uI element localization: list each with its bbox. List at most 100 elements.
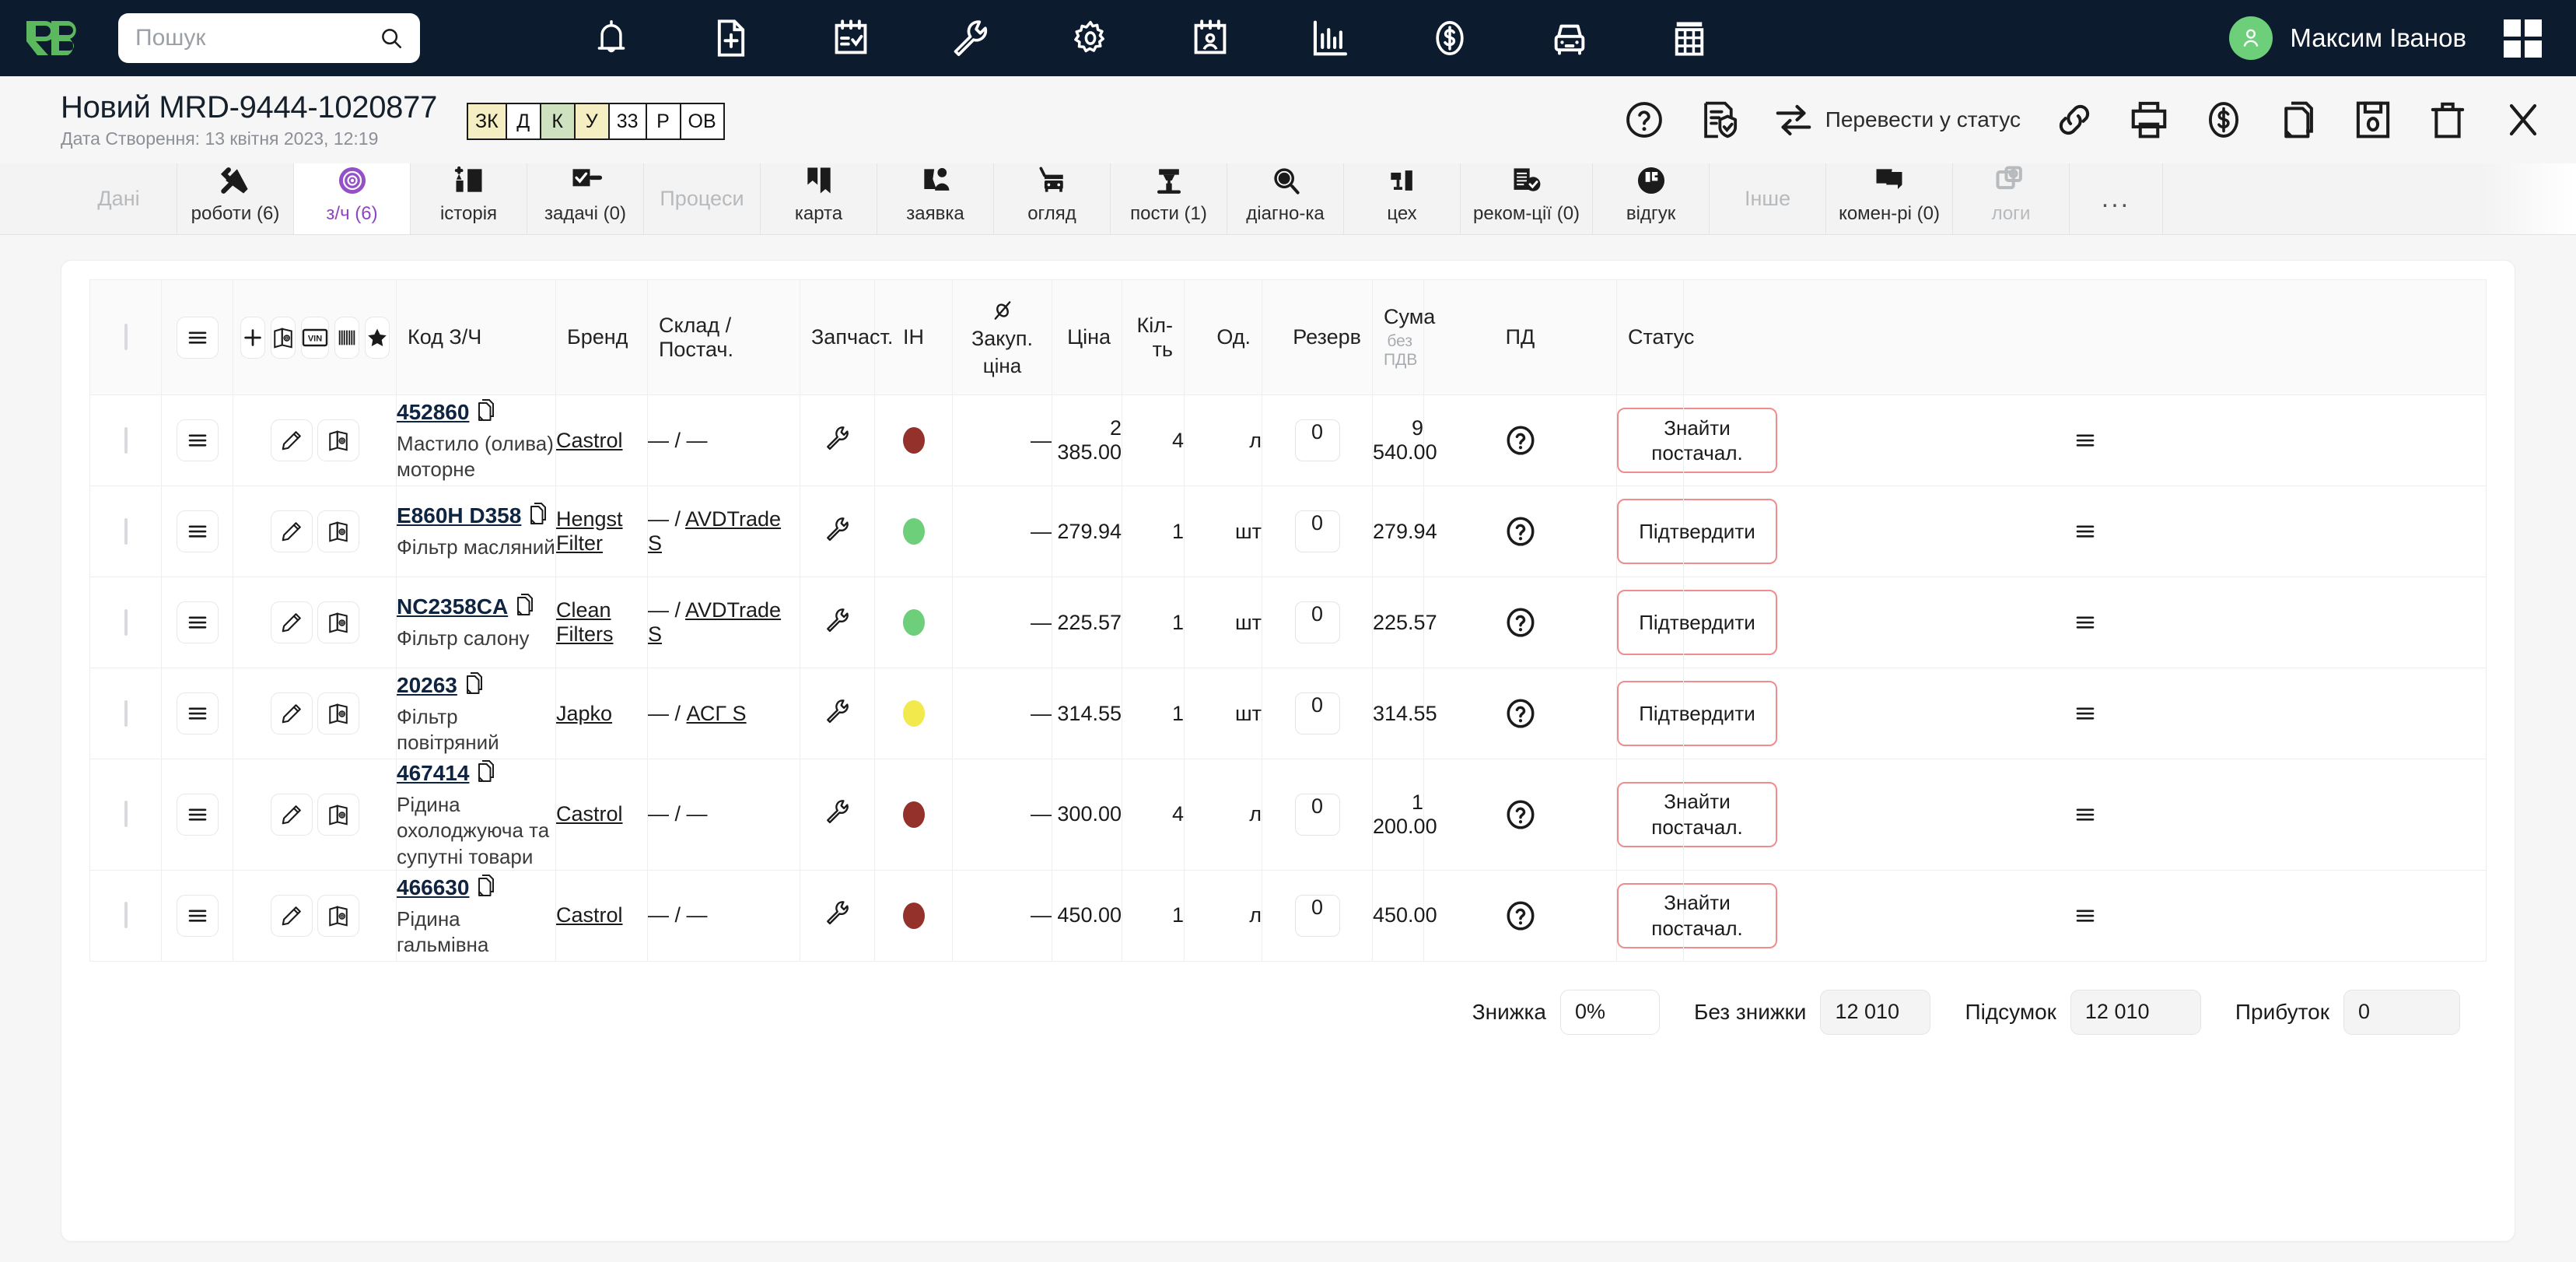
row-menu-icon[interactable]: [176, 510, 219, 552]
status-badge[interactable]: К: [541, 104, 576, 138]
transfer-status-button[interactable]: Перевести у статус: [1825, 107, 2021, 132]
tab-задачі0[interactable]: задачі (0): [527, 163, 644, 234]
select-all-checkbox[interactable]: [124, 324, 128, 350]
status-badge[interactable]: ЗК: [468, 104, 507, 138]
tab-огляд[interactable]: огляд: [994, 163, 1111, 234]
row-overflow-icon[interactable]: [2064, 419, 2106, 461]
pd-cell[interactable]: [1423, 869, 1617, 962]
part-code-link[interactable]: NC2358CA: [397, 594, 508, 619]
reserve-cell[interactable]: 0: [1262, 869, 1373, 962]
part-code-link[interactable]: 466630: [397, 875, 469, 899]
search-input[interactable]: Пошук: [118, 13, 420, 63]
row-overflow-cell[interactable]: [1683, 869, 2487, 962]
brand-link[interactable]: Japko: [556, 702, 612, 725]
row-checkbox[interactable]: [124, 517, 128, 545]
tab-відгук[interactable]: відгук: [1593, 163, 1710, 234]
help-icon[interactable]: [1623, 99, 1665, 141]
row-checkbox[interactable]: [124, 801, 128, 828]
star-icon[interactable]: [364, 316, 390, 359]
row-checkbox[interactable]: [124, 426, 128, 454]
row-select-cell[interactable]: [89, 394, 162, 486]
app-logo[interactable]: [23, 15, 87, 61]
status-action-button[interactable]: Знайти постачал.: [1617, 781, 1777, 847]
row-overflow-icon[interactable]: [2064, 601, 2106, 643]
catalog-icon[interactable]: [317, 692, 359, 734]
part-type-cell[interactable]: [800, 394, 875, 486]
row-overflow-icon[interactable]: [2064, 510, 2106, 552]
part-code-link[interactable]: 452860: [397, 400, 469, 424]
bar-chart-icon[interactable]: [1310, 18, 1350, 58]
reserve-cell[interactable]: 0: [1262, 394, 1373, 486]
row-checkbox[interactable]: [124, 699, 128, 727]
catalog-icon[interactable]: [317, 510, 359, 552]
part-type-cell[interactable]: [800, 869, 875, 962]
part-type-cell[interactable]: [800, 668, 875, 759]
status-badge[interactable]: 33: [609, 104, 647, 138]
reserve-cell[interactable]: 0: [1262, 668, 1373, 759]
tab-роботи6[interactable]: роботи (6): [177, 163, 294, 234]
close-icon[interactable]: [2504, 101, 2542, 138]
row-menu-icon[interactable]: [176, 419, 219, 461]
brand-link[interactable]: Hengst Filter: [556, 507, 623, 555]
row-overflow-icon[interactable]: [2064, 794, 2106, 836]
part-code-link[interactable]: 20263: [397, 673, 457, 697]
catalog-icon[interactable]: [317, 419, 359, 461]
catalog-icon[interactable]: [317, 894, 359, 937]
wrench-icon[interactable]: [950, 18, 991, 58]
brand-link[interactable]: Castrol: [556, 429, 623, 452]
row-select-cell[interactable]: [89, 486, 162, 577]
brand-link[interactable]: Castrol: [556, 802, 623, 826]
edit-icon[interactable]: [270, 601, 313, 643]
document-check-icon[interactable]: [1698, 99, 1740, 141]
reserve-cell[interactable]: 0: [1262, 486, 1373, 577]
status-badge[interactable]: Д: [506, 104, 541, 138]
edit-icon[interactable]: [270, 692, 313, 734]
row-overflow-cell[interactable]: [1683, 394, 2487, 486]
tab-історія[interactable]: історія: [411, 163, 527, 234]
pd-cell[interactable]: [1423, 759, 1617, 871]
new-document-icon[interactable]: [711, 18, 751, 58]
reserve-input[interactable]: 0: [1294, 894, 1340, 937]
part-code-link[interactable]: 467414: [397, 761, 469, 785]
reserve-cell[interactable]: 0: [1262, 759, 1373, 871]
status-badge[interactable]: Р: [646, 104, 681, 138]
reserve-input[interactable]: 0: [1294, 510, 1340, 552]
edit-icon[interactable]: [270, 419, 313, 461]
row-menu-icon[interactable]: [176, 894, 219, 937]
table-icon[interactable]: [1669, 18, 1710, 58]
pd-cell[interactable]: [1423, 577, 1617, 668]
row-checkbox[interactable]: [124, 902, 128, 929]
row-select-cell[interactable]: [89, 759, 162, 871]
row-overflow-cell[interactable]: [1683, 577, 2487, 668]
edit-icon[interactable]: [270, 793, 313, 836]
row-overflow-cell[interactable]: [1683, 759, 2487, 871]
car-icon[interactable]: [1549, 18, 1590, 58]
row-select-cell[interactable]: [89, 668, 162, 759]
row-menu-cell[interactable]: [161, 759, 233, 871]
tab-карта[interactable]: карта: [761, 163, 877, 234]
catalog-icon[interactable]: [317, 793, 359, 836]
row-menu-cell[interactable]: [161, 394, 233, 486]
supplier-link[interactable]: АСГ S: [687, 702, 747, 725]
status-badge[interactable]: ОВ: [681, 104, 723, 138]
tab-цех[interactable]: цех: [1344, 163, 1461, 234]
row-overflow-cell[interactable]: [1683, 668, 2487, 759]
reserve-input[interactable]: 0: [1294, 419, 1340, 461]
row-menu-cell[interactable]: [161, 668, 233, 759]
barcode-icon[interactable]: [334, 316, 359, 359]
row-menu-cell[interactable]: [161, 869, 233, 962]
tab-коменрі0[interactable]: комен-рі (0): [1826, 163, 1953, 234]
row-overflow-icon[interactable]: [2064, 895, 2106, 937]
header-select-all[interactable]: [89, 279, 162, 395]
trash-icon[interactable]: [2427, 99, 2469, 141]
apps-grid-icon[interactable]: [2504, 19, 2542, 58]
row-menu-icon[interactable]: [176, 793, 219, 836]
catalog-icon[interactable]: [317, 601, 359, 643]
row-menu-cell[interactable]: [161, 577, 233, 668]
transfer-status-icon[interactable]: [1773, 99, 1815, 141]
tab-заявка[interactable]: заявка: [877, 163, 994, 234]
row-select-cell[interactable]: [89, 577, 162, 668]
row-checkbox[interactable]: [124, 608, 128, 636]
add-icon[interactable]: [240, 316, 265, 359]
row-menu-cell[interactable]: [161, 486, 233, 577]
